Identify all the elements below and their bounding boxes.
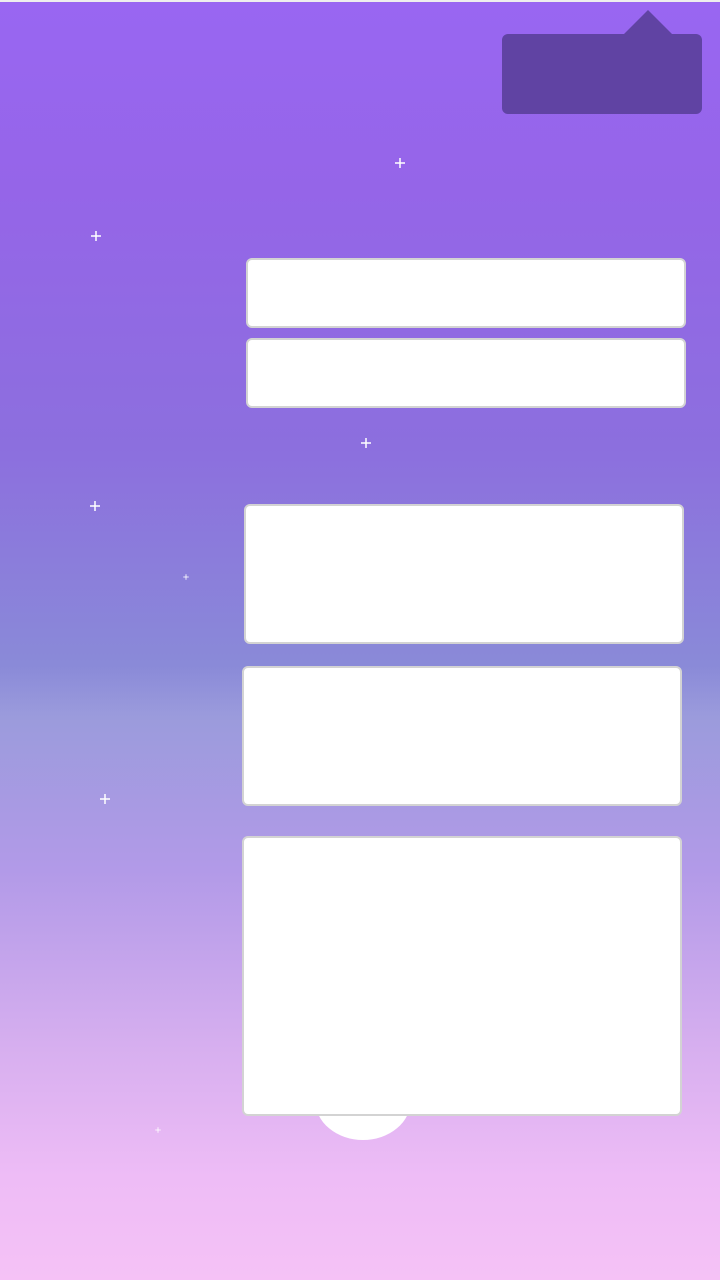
content-panel-1[interactable] (244, 504, 684, 644)
sparkle-icon (361, 438, 371, 448)
sparkle-icon (183, 574, 189, 580)
overflow-menu-popup[interactable] (502, 34, 702, 114)
sparkle-icon (395, 158, 405, 168)
sparkle-icon (155, 1127, 161, 1133)
tooltip-arrow (624, 10, 672, 34)
input-field-2[interactable] (246, 338, 686, 408)
content-panel-2[interactable] (242, 666, 682, 806)
status-bar-divider (0, 0, 720, 2)
content-panel-3[interactable] (242, 836, 682, 1116)
sparkle-icon (90, 501, 100, 511)
input-field-1[interactable] (246, 258, 686, 328)
sparkle-icon (91, 231, 101, 241)
app-screen (0, 0, 720, 1280)
sparkle-icon (100, 794, 110, 804)
